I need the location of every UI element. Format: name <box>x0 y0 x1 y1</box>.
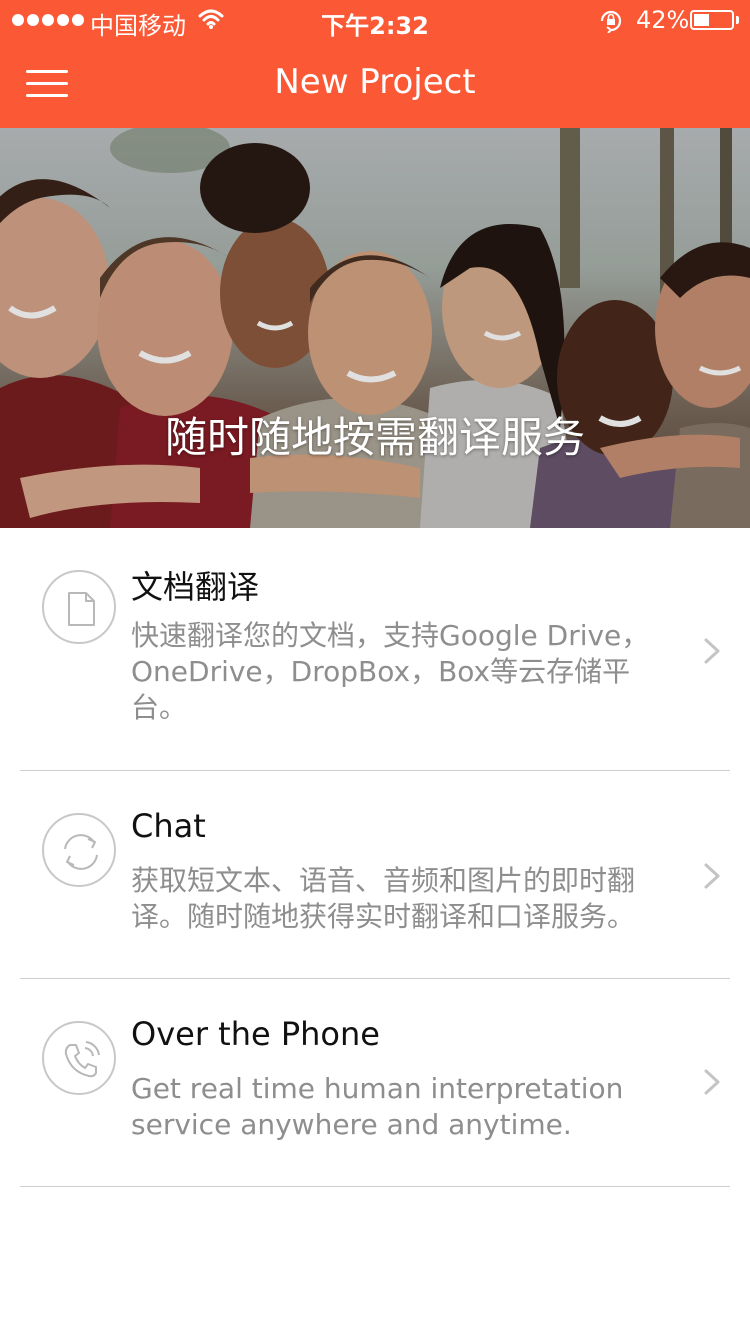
app-screen: 中国移动 下午2:32 42% New Project 随时随地按需翻译服务 文… <box>0 0 750 1334</box>
rotation-lock-icon <box>598 9 624 39</box>
hero-caption: 随时随地按需翻译服务 <box>164 413 585 462</box>
battery-percentage: 42% <box>636 6 690 34</box>
item-title: Chat <box>131 807 206 845</box>
battery-level-fill <box>694 14 709 26</box>
list-item-document-translation[interactable]: 文档翻译 快速翻译您的文档，支持Google Drive，OneDrive，Dr… <box>0 528 750 770</box>
navigation-bar: New Project <box>0 40 750 128</box>
status-bar: 中国移动 下午2:32 42% <box>0 0 750 40</box>
page-title: New Project <box>274 62 476 102</box>
document-icon <box>42 570 116 644</box>
item-description: 快速翻译您的文档，支持Google Drive，OneDrive，DropBox… <box>131 619 650 724</box>
item-title: Over the Phone <box>131 1015 380 1053</box>
chevron-right-icon <box>704 638 720 664</box>
battery-icon <box>690 10 734 30</box>
battery-tip <box>736 16 739 24</box>
chevron-right-icon <box>704 1069 720 1095</box>
item-description: Get real time human interpretation servi… <box>131 1072 624 1141</box>
hero-banner: 随时随地按需翻译服务 <box>0 128 750 528</box>
refresh-chat-icon <box>42 813 116 887</box>
phone-icon <box>42 1021 116 1095</box>
hero-photo <box>0 128 750 528</box>
item-title: 文档翻译 <box>131 568 260 606</box>
list-item-chat[interactable]: Chat 获取短文本、语音、音频和图片的即时翻译。随时随地获得实时翻译和口译服务… <box>0 771 750 978</box>
list-item-over-the-phone[interactable]: Over the Phone Get real time human inter… <box>0 979 750 1186</box>
item-description: 获取短文本、语音、音频和图片的即时翻译。随时随地获得实时翻译和口译服务。 <box>131 864 636 933</box>
divider <box>20 1186 730 1187</box>
chevron-right-icon <box>704 863 720 889</box>
